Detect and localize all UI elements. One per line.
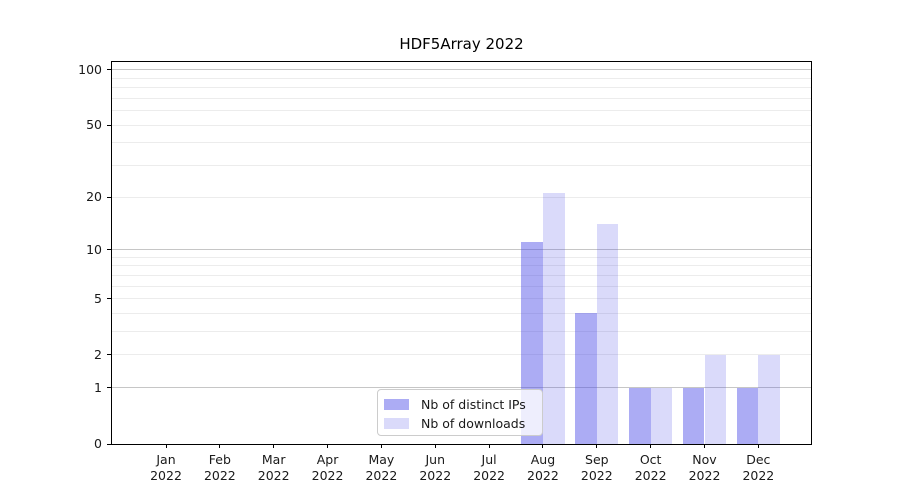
x-tick-month-feb: Feb bbox=[190, 452, 250, 468]
x-tick-month-jul: Jul bbox=[459, 452, 519, 468]
legend-label-distinct-ips: Nb of distinct IPs bbox=[421, 397, 526, 412]
x-tick-year-nov: 2022 bbox=[675, 468, 735, 484]
x-tick-sep bbox=[596, 444, 597, 448]
x-tick-oct bbox=[650, 444, 651, 448]
y-tick-5 bbox=[107, 298, 111, 299]
x-tick-label-nov: Nov2022 bbox=[675, 452, 735, 483]
x-tick-feb bbox=[219, 444, 220, 448]
x-tick-month-apr: Apr bbox=[298, 452, 358, 468]
x-tick-jul bbox=[489, 444, 490, 448]
x-tick-aug bbox=[542, 444, 543, 448]
y-tick-20 bbox=[107, 197, 111, 198]
x-tick-dec bbox=[758, 444, 759, 448]
legend-swatch-downloads bbox=[384, 418, 409, 429]
y-tick-label-0: 0 bbox=[38, 436, 102, 451]
y-tick-label-1: 1 bbox=[38, 380, 102, 395]
y-tick-0 bbox=[107, 444, 111, 445]
bar-oct-distinct-ips bbox=[629, 388, 651, 444]
x-tick-label-jan: Jan2022 bbox=[136, 452, 196, 483]
x-tick-month-oct: Oct bbox=[621, 452, 681, 468]
y-tick-2 bbox=[107, 354, 111, 355]
plot-area: Nb of distinct IPs Nb of downloads bbox=[111, 61, 812, 445]
legend: Nb of distinct IPs Nb of downloads bbox=[377, 389, 543, 436]
x-tick-label-oct: Oct2022 bbox=[621, 452, 681, 483]
x-tick-year-jun: 2022 bbox=[405, 468, 465, 484]
x-tick-label-jun: Jun2022 bbox=[405, 452, 465, 483]
x-tick-year-may: 2022 bbox=[351, 468, 411, 484]
y-tick-50 bbox=[107, 125, 111, 126]
bar-dec-downloads bbox=[758, 355, 780, 444]
x-tick-may bbox=[381, 444, 382, 448]
x-tick-year-apr: 2022 bbox=[298, 468, 358, 484]
x-tick-year-feb: 2022 bbox=[190, 468, 250, 484]
y-tick-label-20: 20 bbox=[38, 189, 102, 204]
x-tick-apr bbox=[327, 444, 328, 448]
x-tick-month-mar: Mar bbox=[244, 452, 304, 468]
y-tick-label-50: 50 bbox=[38, 117, 102, 132]
bar-nov-distinct-ips bbox=[683, 388, 705, 444]
x-tick-month-sep: Sep bbox=[567, 452, 627, 468]
x-tick-year-jan: 2022 bbox=[136, 468, 196, 484]
x-tick-label-mar: Mar2022 bbox=[244, 452, 304, 483]
legend-label-downloads: Nb of downloads bbox=[421, 416, 525, 431]
x-tick-label-dec: Dec2022 bbox=[728, 452, 788, 483]
x-tick-label-aug: Aug2022 bbox=[513, 452, 573, 483]
legend-item-downloads: Nb of downloads bbox=[384, 414, 534, 433]
x-tick-label-apr: Apr2022 bbox=[298, 452, 358, 483]
x-tick-year-oct: 2022 bbox=[621, 468, 681, 484]
x-tick-label-may: May2022 bbox=[351, 452, 411, 483]
x-tick-month-dec: Dec bbox=[728, 452, 788, 468]
x-tick-label-jul: Jul2022 bbox=[459, 452, 519, 483]
x-tick-month-jan: Jan bbox=[136, 452, 196, 468]
x-tick-year-jul: 2022 bbox=[459, 468, 519, 484]
y-tick-1 bbox=[107, 387, 111, 388]
bar-oct-downloads bbox=[651, 388, 673, 444]
x-tick-label-feb: Feb2022 bbox=[190, 452, 250, 483]
x-tick-label-sep: Sep2022 bbox=[567, 452, 627, 483]
x-tick-year-mar: 2022 bbox=[244, 468, 304, 484]
x-tick-year-sep: 2022 bbox=[567, 468, 627, 484]
x-tick-year-dec: 2022 bbox=[728, 468, 788, 484]
y-tick-100 bbox=[107, 69, 111, 70]
bar-nov-downloads bbox=[705, 355, 727, 444]
x-tick-month-may: May bbox=[351, 452, 411, 468]
x-tick-mar bbox=[273, 444, 274, 448]
bar-dec-distinct-ips bbox=[737, 388, 759, 444]
y-tick-label-5: 5 bbox=[38, 291, 102, 306]
y-tick-10 bbox=[107, 249, 111, 250]
x-tick-jan bbox=[166, 444, 167, 448]
bar-sep-distinct-ips bbox=[575, 313, 597, 444]
x-tick-jun bbox=[435, 444, 436, 448]
x-tick-year-aug: 2022 bbox=[513, 468, 573, 484]
bars-layer bbox=[112, 62, 811, 444]
y-tick-label-100: 100 bbox=[38, 62, 102, 77]
legend-item-distinct-ips: Nb of distinct IPs bbox=[384, 395, 534, 414]
x-tick-month-aug: Aug bbox=[513, 452, 573, 468]
bar-sep-downloads bbox=[597, 224, 619, 444]
bar-aug-downloads bbox=[543, 193, 565, 444]
y-tick-label-10: 10 bbox=[38, 242, 102, 257]
x-tick-month-nov: Nov bbox=[675, 452, 735, 468]
figure: HDF5Array 2022 Nb of distinct IPs Nb of … bbox=[0, 0, 900, 500]
chart-title: HDF5Array 2022 bbox=[112, 35, 811, 53]
y-tick-label-2: 2 bbox=[38, 347, 102, 362]
x-tick-month-jun: Jun bbox=[405, 452, 465, 468]
legend-swatch-distinct-ips bbox=[384, 399, 409, 410]
x-tick-nov bbox=[704, 444, 705, 448]
